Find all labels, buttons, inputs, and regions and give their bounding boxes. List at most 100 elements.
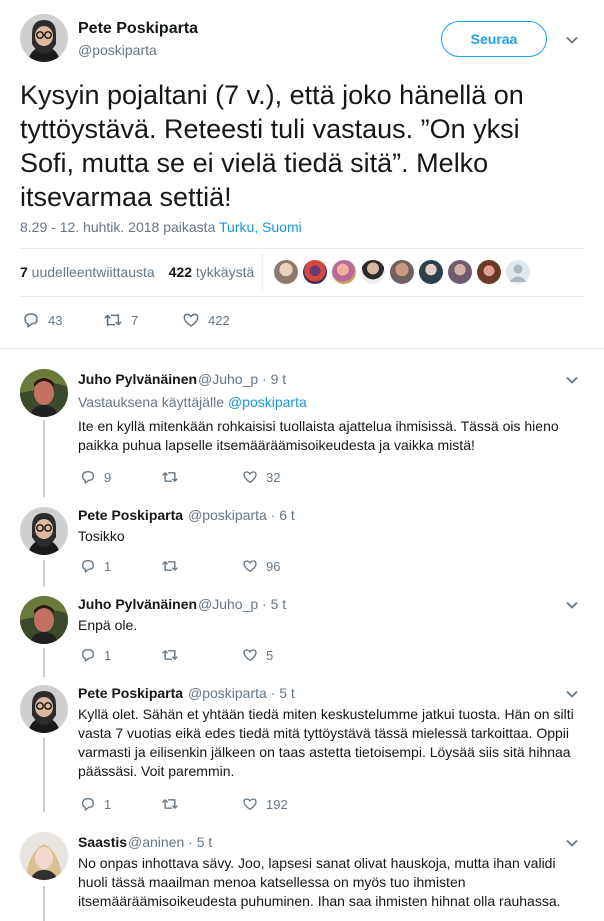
reply-context-link[interactable]: @poskiparta <box>228 394 307 410</box>
location-link[interactable]: Turku, Suomi <box>219 219 302 235</box>
chevron-down-icon[interactable] <box>565 598 579 612</box>
reply-author-name[interactable]: Juho Pylvänäinen <box>78 371 197 387</box>
retweets-stat[interactable]: 7 uudelleentwiittausta <box>20 264 155 280</box>
like-count: 422 <box>168 264 193 280</box>
chevron-down-icon[interactable] <box>565 33 579 47</box>
reply-author-handle[interactable]: @Juho_p · 9 t <box>198 371 286 387</box>
reply-icon <box>24 313 38 328</box>
reply-avatar[interactable] <box>20 369 68 417</box>
tweet-timestamp: 8.29 - 12. huhtik. 2018 paikasta Turku, … <box>20 219 302 235</box>
thread-line <box>43 420 45 497</box>
retweet-button[interactable] <box>161 469 179 485</box>
reply-author-handle[interactable]: @poskiparta · 5 t <box>188 685 295 701</box>
like-button[interactable]: 32 <box>242 469 280 485</box>
reply-button[interactable]: 1 <box>80 796 111 812</box>
reply-author-handle[interactable]: @aninen · 5 t <box>128 834 212 850</box>
reply-author-name[interactable]: Saastis <box>78 834 127 850</box>
chevron-down-icon[interactable] <box>565 687 579 701</box>
like-icon <box>243 471 257 483</box>
engagement-stats: 7 uudelleentwiittausta 422 tykkäystä <box>20 264 254 280</box>
chevron-down-icon[interactable] <box>565 373 579 387</box>
reply-count: 1 <box>104 647 112 663</box>
thread-line <box>43 648 45 677</box>
reply-text: Ite en kyllä mitenkään rohkaisisi tuolla… <box>78 418 559 453</box>
reply-author-handle[interactable]: @Juho_p · 5 t <box>198 596 286 612</box>
thread-line <box>43 886 45 921</box>
reply-count: 1 <box>104 796 112 812</box>
retweet-icon <box>162 799 178 809</box>
liker-avatar[interactable] <box>390 260 414 284</box>
reply-count: 1 <box>104 558 112 574</box>
reply-icon <box>82 560 94 573</box>
reply-count: 9 <box>104 469 112 485</box>
retweet-button[interactable] <box>161 558 179 574</box>
reply-avatar[interactable] <box>20 507 68 555</box>
like-count: 5 <box>266 647 274 663</box>
reply-text: Enpä ole. <box>78 617 138 633</box>
divider <box>0 348 604 349</box>
reply-text: Tosikko <box>78 528 125 544</box>
liker-avatar[interactable] <box>506 260 530 284</box>
reply-button[interactable]: 1 <box>80 558 111 574</box>
reply-button[interactable]: 43 <box>22 311 62 329</box>
reply-icon <box>82 798 94 811</box>
liker-avatar[interactable] <box>274 260 298 284</box>
reply-text: Kyllä olet. Sähän et yhtään tiedä miten … <box>78 706 574 779</box>
reply-count: 43 <box>48 312 63 328</box>
reply-author-name[interactable]: Pete Poskiparta <box>78 685 183 701</box>
like-count: 192 <box>266 796 288 812</box>
reply-text: No onpas inhottava sävy. Joo, lapsesi sa… <box>78 855 561 909</box>
reply-button[interactable]: 1 <box>80 647 111 663</box>
liker-avatar[interactable] <box>448 260 472 284</box>
like-button[interactable]: 422 <box>182 311 230 329</box>
default-avatar-icon <box>509 264 527 282</box>
author-handle[interactable]: @poskiparta <box>78 42 157 58</box>
liker-avatar[interactable] <box>419 260 443 284</box>
retweet-count: 7 <box>20 264 28 280</box>
like-count: 32 <box>266 469 281 485</box>
like-button[interactable]: 5 <box>242 647 273 663</box>
reply-button[interactable]: 9 <box>80 469 111 485</box>
like-label: tykkäystä <box>192 264 255 280</box>
divider <box>20 296 584 297</box>
reply-avatar[interactable] <box>20 832 68 880</box>
like-count: 96 <box>266 558 281 574</box>
retweet-icon <box>104 313 122 327</box>
retweet-icon <box>162 472 178 482</box>
like-button[interactable]: 96 <box>242 558 280 574</box>
retweet-icon <box>162 650 178 660</box>
likes-stat[interactable]: 422 tykkäystä <box>169 264 255 280</box>
like-icon <box>243 649 257 661</box>
follow-button[interactable]: Seuraa <box>441 21 547 57</box>
liker-avatar[interactable] <box>477 260 501 284</box>
retweet-label: uudelleentwiittausta <box>27 264 155 280</box>
liker-avatar[interactable] <box>332 260 356 284</box>
like-icon <box>243 560 257 572</box>
timestamp-text[interactable]: 8.29 - 12. huhtik. 2018 paikasta <box>20 219 219 235</box>
liker-avatar[interactable] <box>361 260 385 284</box>
retweet-button[interactable] <box>161 647 179 663</box>
like-action-count: 422 <box>208 312 230 328</box>
reply-icon <box>82 649 94 662</box>
thread-line <box>43 738 45 812</box>
tweet-text: Kysyin pojaltani (7 v.), että joko hänel… <box>20 80 524 212</box>
thread-line <box>43 560 45 587</box>
stats-separator <box>262 252 263 292</box>
like-icon <box>243 798 257 810</box>
chevron-down-icon[interactable] <box>565 836 579 850</box>
retweet-icon <box>162 561 178 571</box>
reply-author-name[interactable]: Pete Poskiparta <box>78 507 183 523</box>
reply-avatar[interactable] <box>20 685 68 733</box>
like-button[interactable]: 192 <box>242 796 288 812</box>
reply-context: Vastauksena käyttäjälle @poskiparta <box>78 394 307 410</box>
retweet-button[interactable] <box>161 796 179 812</box>
reply-avatar[interactable] <box>20 596 68 644</box>
author-avatar[interactable] <box>20 14 68 62</box>
liker-avatar[interactable] <box>303 260 327 284</box>
author-name[interactable]: Pete Poskiparta <box>78 20 198 38</box>
reply-author-handle[interactable]: @poskiparta · 6 t <box>188 507 295 523</box>
retweet-action-count: 7 <box>131 312 139 328</box>
retweet-button[interactable]: 7 <box>103 311 138 329</box>
reply-author-name[interactable]: Juho Pylvänäinen <box>78 596 197 612</box>
reply-context-prefix: Vastauksena käyttäjälle <box>78 394 228 410</box>
